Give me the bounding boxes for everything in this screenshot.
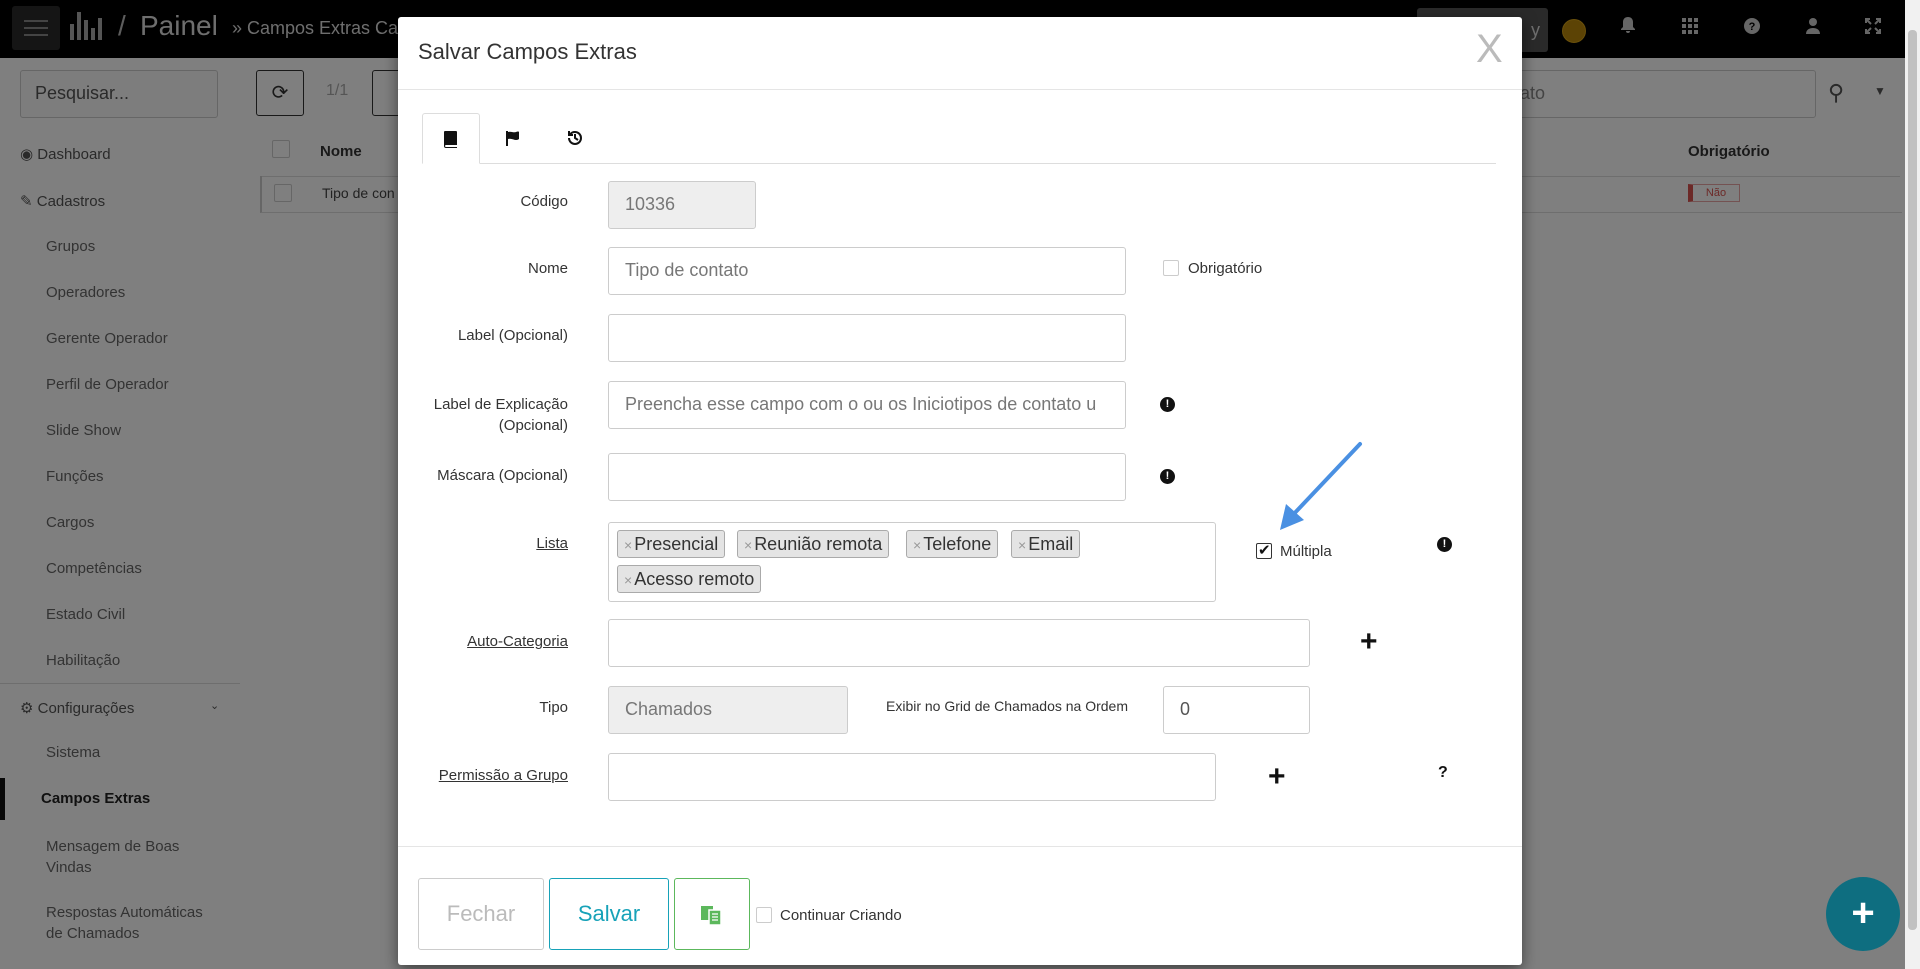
obrigatorio-checkbox[interactable]: [1163, 260, 1179, 276]
tag-remove-icon[interactable]: ×: [624, 537, 632, 553]
modal-close-button[interactable]: X: [1476, 27, 1503, 71]
auto-categoria-label[interactable]: Auto-Categoria: [418, 633, 568, 650]
tag-label: Presencial: [634, 534, 719, 554]
tab-general[interactable]: [422, 113, 480, 164]
mascara-input[interactable]: [608, 453, 1126, 501]
copy-button[interactable]: [674, 878, 750, 950]
tag-item[interactable]: × Email: [1011, 530, 1081, 558]
label-explicacao-input[interactable]: Preencha esse campo com o ou os Inicioti…: [608, 381, 1126, 429]
close-button[interactable]: Fechar: [418, 878, 544, 950]
history-icon: [568, 131, 582, 146]
plus-icon: +: [1851, 891, 1875, 935]
tag-label: Email: [1028, 534, 1074, 554]
save-button[interactable]: Salvar: [549, 878, 669, 950]
book-icon: [444, 131, 457, 149]
modal-footer: Fechar Salvar Continuar Criando: [398, 846, 1522, 966]
tag-label: Acesso remoto: [634, 569, 755, 589]
copy-icon: [701, 906, 722, 926]
nome-input[interactable]: Tipo de contato: [608, 247, 1126, 295]
permissao-grupo-input[interactable]: [608, 753, 1216, 801]
modal-title: Salvar Campos Extras: [418, 39, 637, 64]
floating-add-button[interactable]: +: [1826, 877, 1900, 951]
tag-item[interactable]: × Telefone: [906, 530, 999, 558]
exclamation-info-icon[interactable]: !: [1160, 397, 1175, 412]
lista-label[interactable]: Lista: [418, 535, 568, 552]
label-explicacao-placeholder: Preencha esse campo com o ou os Inicioti…: [625, 394, 1097, 414]
exibir-ordem-label: Exibir no Grid de Chamados na Ordem: [886, 698, 1128, 714]
multipla-checkbox[interactable]: [1256, 541, 1272, 559]
label-opcional-input[interactable]: [608, 314, 1126, 362]
continuar-criando-checkbox[interactable]: [756, 907, 772, 923]
obrigatorio-label[interactable]: Obrigatório: [1188, 260, 1262, 277]
label-opcional-label: Label (Opcional): [457, 327, 568, 344]
tag-remove-icon[interactable]: ×: [913, 537, 921, 553]
tipo-field: Chamados: [608, 686, 848, 734]
tag-remove-icon[interactable]: ×: [624, 572, 632, 588]
plus-icon[interactable]: +: [1360, 627, 1378, 657]
tag-item[interactable]: × Acesso remoto: [617, 565, 762, 593]
exclamation-info-icon[interactable]: !: [1160, 469, 1175, 484]
nome-placeholder: Tipo de contato: [625, 260, 749, 280]
tag-label: Reunião remota: [754, 534, 883, 554]
tag-label: Telefone: [923, 534, 992, 554]
tag-remove-icon[interactable]: ×: [744, 537, 752, 553]
annotation-arrow-icon: [1280, 442, 1362, 530]
tag-remove-icon[interactable]: ×: [1018, 537, 1026, 553]
label-explicacao-label: Label de Explicação (Opcional): [433, 396, 568, 434]
tab-flags[interactable]: [484, 113, 542, 163]
modal-tabs: [422, 113, 1496, 164]
plus-icon[interactable]: +: [1268, 762, 1286, 792]
scrollbar-thumb[interactable]: [1908, 30, 1917, 930]
question-icon[interactable]: ?: [1438, 764, 1448, 782]
nome-label: Nome: [527, 260, 568, 277]
tag-item[interactable]: × Presencial: [617, 530, 726, 558]
modal-header: Salvar Campos Extras X: [398, 17, 1522, 90]
flag-icon: [506, 131, 519, 147]
auto-categoria-input[interactable]: [608, 619, 1310, 667]
lista-tags-input[interactable]: × Presencial × Reunião remota × Telefone × E…: [608, 522, 1216, 602]
codigo-label: Código: [520, 193, 568, 210]
mascara-label: Máscara (Opcional): [437, 467, 568, 484]
permissao-grupo-label[interactable]: Permissão a Grupo: [418, 767, 568, 784]
page-scrollbar[interactable]: [1905, 0, 1920, 969]
codigo-field: 10336: [608, 181, 756, 229]
continuar-criando-label[interactable]: Continuar Criando: [780, 907, 902, 924]
tab-history[interactable]: [546, 113, 604, 163]
exclamation-info-icon[interactable]: !: [1437, 537, 1452, 552]
multipla-label[interactable]: Múltipla: [1280, 543, 1332, 560]
tag-item[interactable]: × Reunião remota: [737, 530, 890, 558]
exibir-ordem-input[interactable]: 0: [1163, 686, 1310, 734]
tipo-label: Tipo: [539, 699, 568, 716]
